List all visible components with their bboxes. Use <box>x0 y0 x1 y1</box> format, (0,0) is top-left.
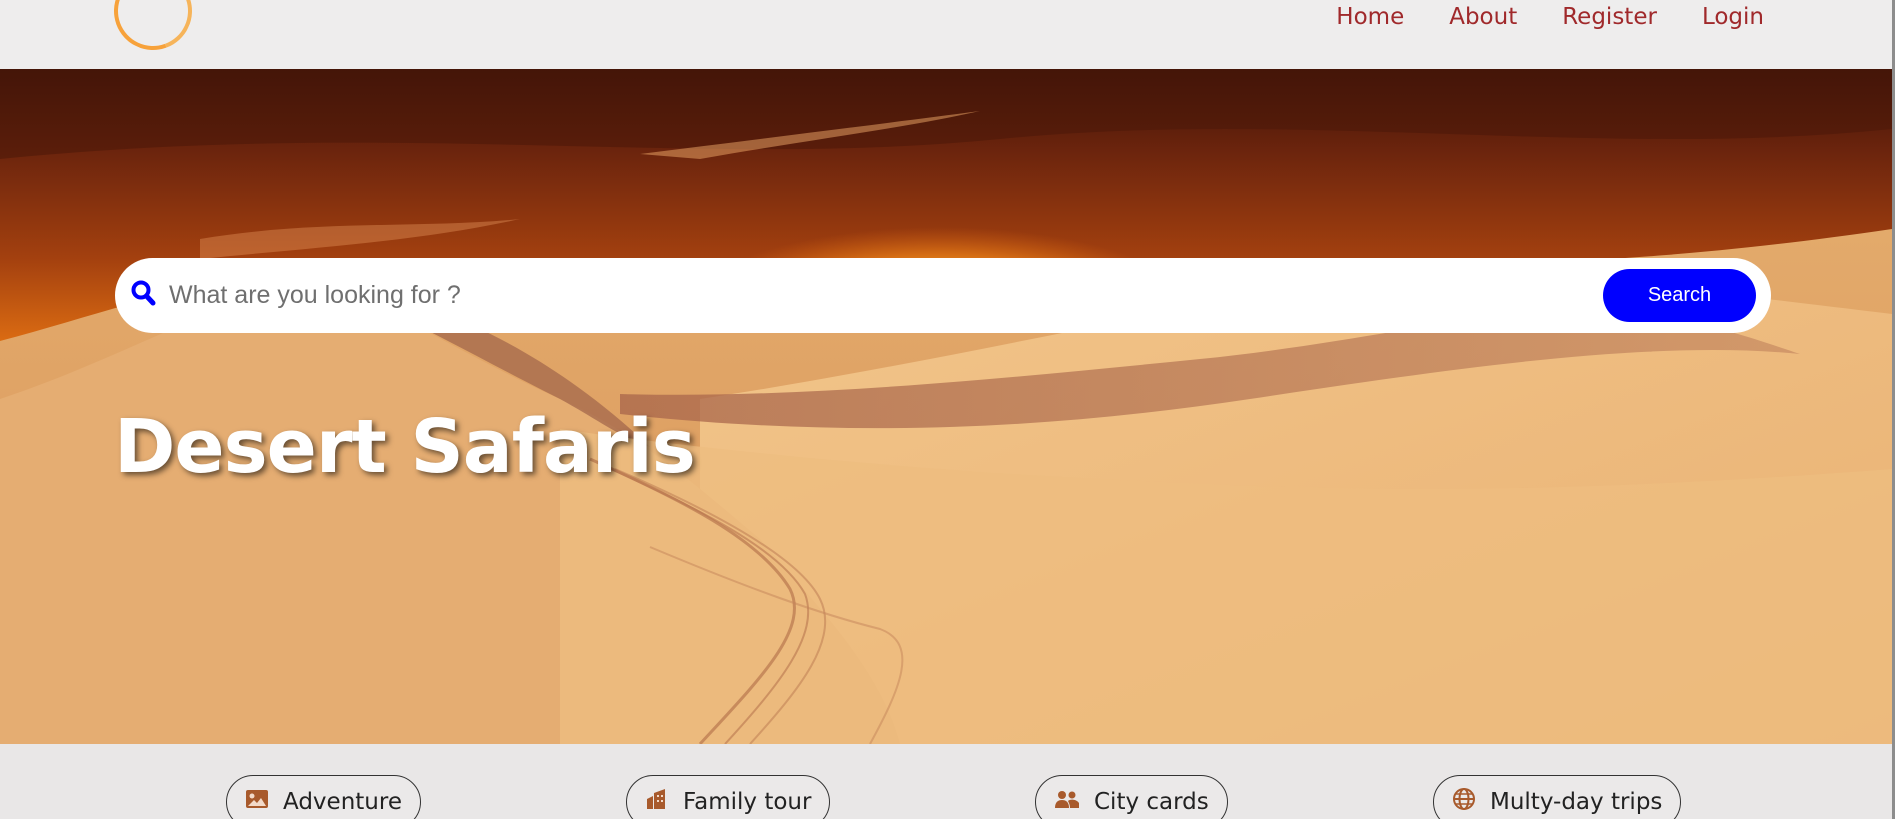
category-label: Multy-day trips <box>1490 789 1663 815</box>
category-label: Adventure <box>283 789 402 815</box>
category-label: Family tour <box>683 789 812 815</box>
nav-register-link[interactable]: Register <box>1562 3 1657 31</box>
category-multy-day-trips[interactable]: Multy-day trips <box>1433 775 1682 819</box>
search-bar: Search <box>115 258 1771 333</box>
logo[interactable] <box>101 0 205 63</box>
hero-title: Desert Safaris <box>114 404 696 490</box>
category-city-cards[interactable]: City cards <box>1035 775 1228 819</box>
site-header: Home About Register Login <box>0 0 1895 69</box>
users-icon <box>1054 789 1080 815</box>
image-icon <box>245 789 269 815</box>
category-adventure[interactable]: Adventure <box>226 775 421 819</box>
nav-login-link[interactable]: Login <box>1702 3 1764 31</box>
nav-home-link[interactable]: Home <box>1336 3 1404 31</box>
main-nav: Home About Register Login <box>1336 3 1764 31</box>
search-button[interactable]: Search <box>1603 269 1756 322</box>
category-label: City cards <box>1094 789 1209 815</box>
category-family-tour[interactable]: Family tour <box>626 775 831 819</box>
nav-about-link[interactable]: About <box>1449 3 1517 31</box>
category-bar: Adventure Family tour City cards Multy-d… <box>0 744 1892 819</box>
search-input[interactable] <box>169 272 1549 318</box>
building-icon <box>645 787 669 817</box>
hero-banner: Search Desert Safaris <box>0 69 1892 744</box>
globe-icon <box>1452 787 1476 817</box>
